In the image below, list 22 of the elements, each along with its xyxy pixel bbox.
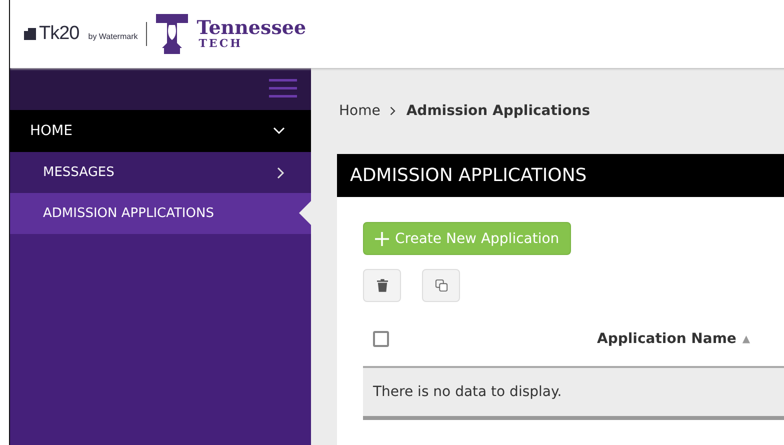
university-subtitle: TECH xyxy=(198,38,244,49)
chevron-right-icon xyxy=(390,106,396,116)
panel-title: ADMISSION APPLICATIONS xyxy=(337,154,784,197)
chevron-right-icon xyxy=(277,166,285,178)
column-header[interactable]: Application Name xyxy=(597,331,736,347)
breadcrumb-link[interactable]: Home xyxy=(339,103,380,119)
plus-icon xyxy=(375,232,389,246)
sidebar-item[interactable]: ADMISSION APPLICATIONS xyxy=(10,193,311,234)
trash-icon xyxy=(376,279,388,292)
sidebar-item[interactable]: HOME xyxy=(10,110,311,152)
empty-message: There is no data to display. xyxy=(363,368,784,420)
university-name: Tennessee xyxy=(196,19,306,38)
copy-button[interactable] xyxy=(422,269,460,302)
logo-icon xyxy=(24,28,36,40)
sidebar-item[interactable]: MESSAGES xyxy=(10,152,311,193)
brand-name: Tk20 xyxy=(39,23,80,45)
brand-suffix: by Watermark xyxy=(88,32,138,41)
copy-icon xyxy=(434,279,448,292)
university-logo-icon xyxy=(154,13,189,55)
delete-button[interactable] xyxy=(363,269,401,302)
select-all-checkbox[interactable] xyxy=(373,331,389,347)
chevron-down-icon xyxy=(273,127,285,135)
